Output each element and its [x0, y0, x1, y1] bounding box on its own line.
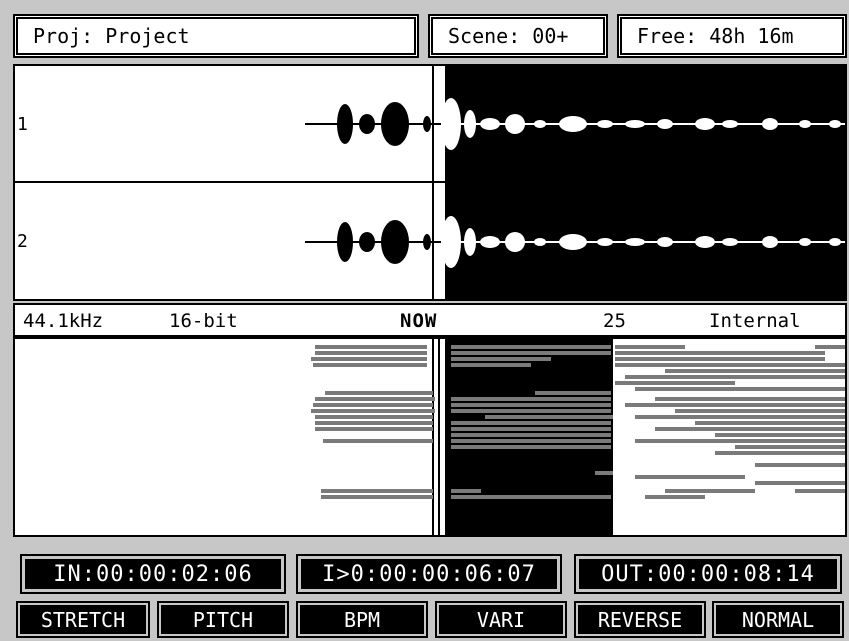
overview-segment: [321, 495, 433, 499]
overview-segment: [451, 351, 611, 355]
overview-segment: [315, 397, 435, 401]
out-point-time: OUT:00:00:08:14: [601, 561, 815, 587]
reverse-button[interactable]: REVERSE: [574, 601, 706, 638]
overview-segment: [655, 397, 845, 401]
vari-button[interactable]: VARI: [435, 601, 567, 638]
track-1-label: 1: [17, 114, 28, 135]
overview-segment: [323, 439, 433, 443]
overview-segment: [451, 489, 481, 493]
overview-segment: [451, 345, 611, 349]
overview-segment: [451, 363, 531, 367]
overview-segment: [615, 357, 825, 361]
overview-segment: [315, 345, 427, 349]
overview-segment: [675, 409, 845, 413]
overview-segment: [655, 427, 845, 431]
normal-button[interactable]: NORMAL: [712, 601, 844, 638]
overview-segment: [451, 439, 611, 443]
overview-segment: [451, 427, 611, 431]
overview-segment: [451, 445, 611, 449]
free-time: Free: 48h 16m: [637, 24, 794, 48]
project-name: Proj: Project: [33, 24, 190, 48]
overview-segment: [451, 409, 611, 413]
overview-segment: [535, 391, 611, 395]
overview-segment: [313, 363, 427, 367]
overview-segment: [635, 415, 845, 419]
overview-segment: [451, 357, 551, 361]
in-point-display[interactable]: IN:00:00:02:06: [20, 554, 286, 594]
overview-segment: [615, 363, 845, 367]
overview-segment: [715, 451, 845, 455]
now-marker-label: NOW: [400, 310, 438, 332]
sync-source: Internal: [709, 310, 801, 332]
overview-segment: [451, 433, 611, 437]
overview-segment: [715, 433, 845, 437]
bit-depth: 16-bit: [169, 310, 238, 332]
overview-segment: [615, 381, 735, 385]
overview-segment: [325, 391, 433, 395]
overview-segment: [815, 345, 845, 349]
overview-segment: [645, 495, 705, 499]
free-time-box: Free: 48h 16m: [617, 14, 847, 58]
overview-segment: [695, 421, 845, 425]
overview-segment: [313, 403, 433, 407]
overview-segment: [625, 375, 845, 379]
overview-segment: [451, 397, 611, 401]
track-2-label: 2: [17, 231, 28, 252]
overview-segment: [315, 427, 433, 431]
current-position-display[interactable]: I>0:00:00:06:07: [296, 554, 562, 594]
project-overview[interactable]: [13, 337, 847, 537]
overview-segment: [315, 351, 427, 355]
scene-box[interactable]: Scene: 00+: [428, 14, 608, 58]
overview-segment: [315, 415, 433, 419]
in-point-time: IN:00:00:02:06: [53, 561, 253, 587]
status-bar: 44.1kHz 16-bit NOW 25 Internal: [13, 303, 847, 337]
overview-segment: [735, 445, 845, 449]
overview-segment: [615, 345, 685, 349]
overview-segment: [635, 439, 845, 443]
overview-segment: [665, 369, 845, 373]
overview-segment: [635, 475, 745, 479]
overview-segment: [635, 387, 845, 391]
overview-segment: [755, 481, 845, 485]
bpm-button[interactable]: BPM: [296, 601, 428, 638]
overview-segment: [311, 409, 435, 413]
stretch-button[interactable]: STRETCH: [16, 601, 150, 638]
overview-segment: [595, 471, 613, 475]
overview-segment: [615, 351, 825, 355]
overview-segment: [311, 357, 427, 361]
waveform-display[interactable]: 1 2: [13, 64, 847, 301]
overview-segment: [451, 495, 611, 499]
pitch-button[interactable]: PITCH: [157, 601, 289, 638]
waveform-graphic[interactable]: [15, 66, 845, 299]
overview-segment: [451, 403, 611, 407]
overview-segment: [795, 489, 845, 493]
out-point-display[interactable]: OUT:00:00:08:14: [574, 554, 842, 594]
recorder-screen: Proj: Project Scene: 00+ Free: 48h 16m 1…: [0, 0, 849, 641]
overview-segment: [485, 415, 613, 419]
overview-segment: [315, 421, 433, 425]
overview-segment: [665, 489, 755, 493]
current-position-time: I>0:00:00:06:07: [322, 561, 536, 587]
scene-number: Scene: 00+: [448, 24, 569, 48]
overview-segment: [451, 421, 611, 425]
sample-rate: 44.1kHz: [23, 310, 104, 332]
overview-segment: [625, 403, 845, 407]
overview-segment: [755, 463, 845, 467]
project-name-box[interactable]: Proj: Project: [13, 14, 419, 58]
overview-segment: [321, 489, 433, 493]
overview-graphic[interactable]: [15, 339, 845, 535]
frame-rate: 25: [603, 310, 626, 332]
